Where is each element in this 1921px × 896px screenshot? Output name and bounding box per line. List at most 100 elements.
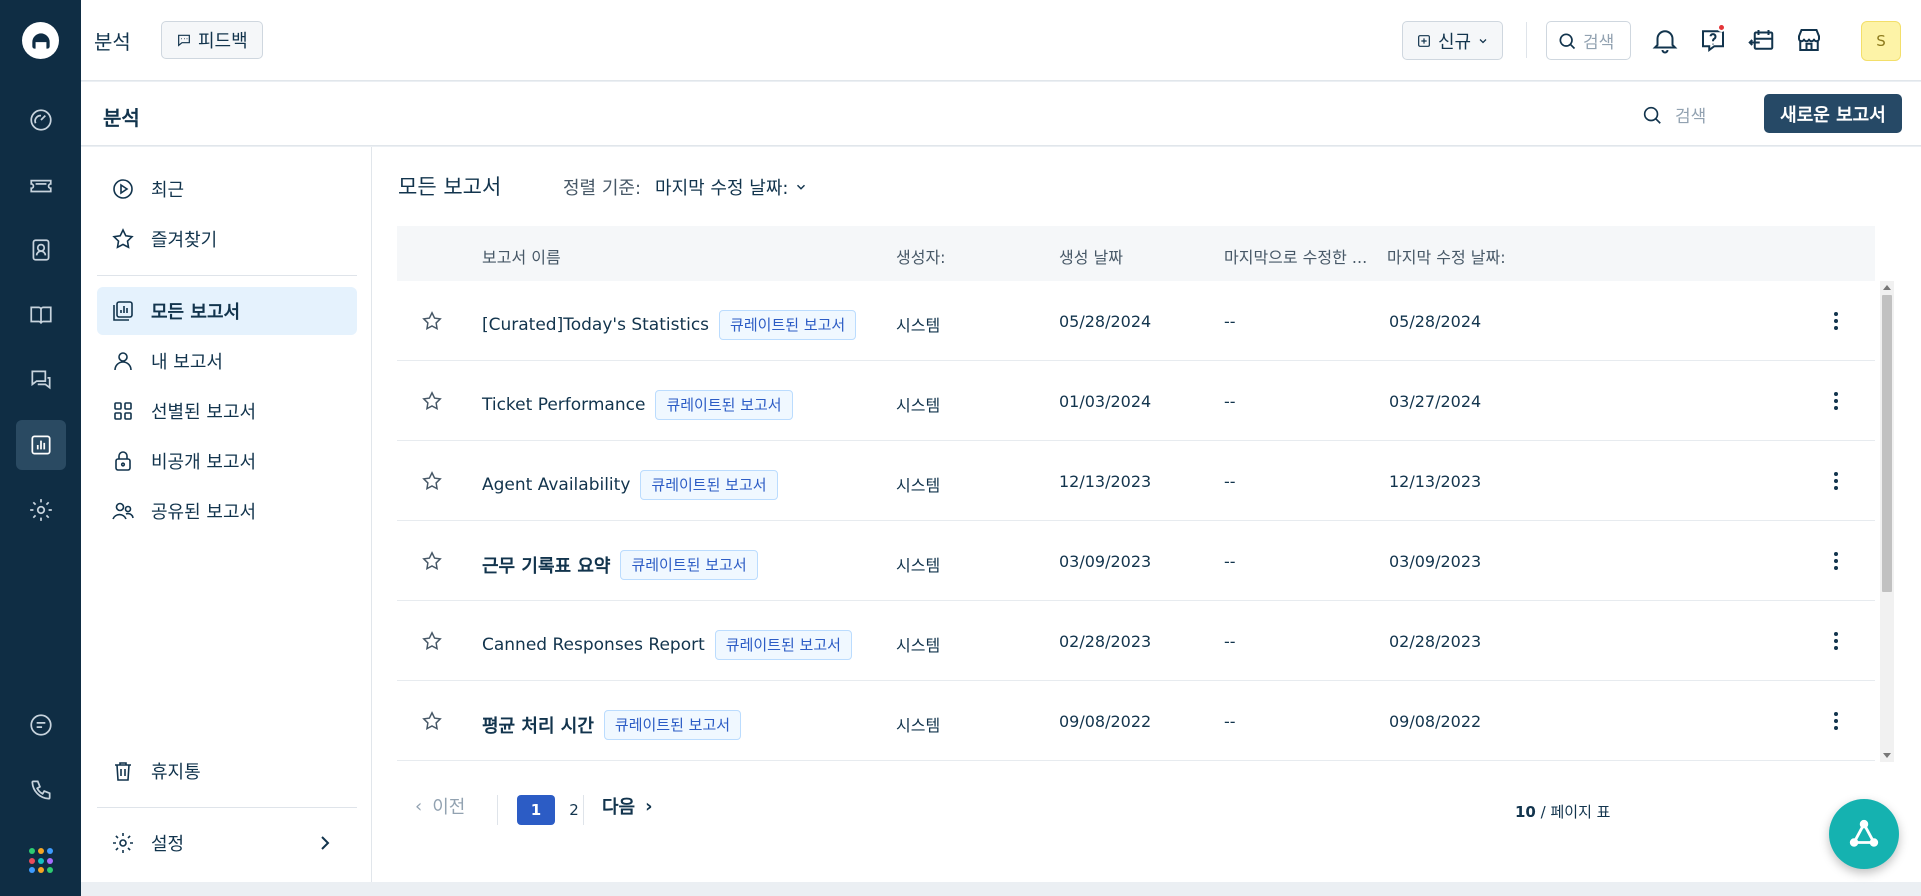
- sidebar-item-curated-reports[interactable]: 선별된 보고서: [97, 387, 357, 435]
- modified-date-cell: 05/28/2024: [1389, 312, 1482, 331]
- feedback-label: 피드백: [198, 31, 248, 52]
- more-options-icon[interactable]: [1826, 467, 1846, 495]
- global-search[interactable]: 검색: [1546, 21, 1631, 60]
- marketplace-store-icon[interactable]: [1790, 21, 1828, 59]
- modified-by-cell: --: [1224, 392, 1236, 411]
- curated-badge: 큐레이트된 보고서: [655, 390, 793, 420]
- report-name-cell: 근무 기록표 요약 큐레이트된 보고서: [482, 550, 758, 580]
- scroll-down-arrow[interactable]: [1883, 753, 1891, 758]
- divider: [583, 795, 584, 825]
- favorite-star-icon[interactable]: [421, 710, 443, 732]
- calendar-transfer-icon[interactable]: [1742, 21, 1780, 59]
- sidebar-item-favorites[interactable]: 즐겨찾기: [97, 215, 357, 263]
- divider: [1526, 22, 1527, 58]
- modified-by-cell: --: [1224, 632, 1236, 651]
- page-button-1[interactable]: 1: [517, 795, 555, 825]
- next-label: 다음: [602, 797, 636, 818]
- table-row[interactable]: [Curated]Today's Statistics 큐레이트된 보고서 시스…: [397, 281, 1875, 361]
- sidebar-item-trash[interactable]: 휴지통: [97, 747, 357, 795]
- table-row[interactable]: Ticket Performance 큐레이트된 보고서 시스템 01/03/2…: [397, 361, 1875, 441]
- conversations-icon[interactable]: [16, 355, 66, 405]
- table-row[interactable]: Canned Responses Report 큐레이트된 보고서 시스템 02…: [397, 601, 1875, 681]
- prev-page-button[interactable]: ‹ 이전: [415, 793, 465, 819]
- knowledge-base-icon[interactable]: [16, 290, 66, 340]
- sidebar-item-shared-reports[interactable]: 공유된 보고서: [97, 487, 357, 535]
- more-options-icon[interactable]: [1826, 627, 1846, 655]
- table-row[interactable]: 근무 기록표 요약 큐레이트된 보고서 시스템 03/09/2023 -- 03…: [397, 521, 1875, 601]
- per-page-selector[interactable]: 10 / 페이지 표: [1515, 801, 1610, 822]
- report-name-link[interactable]: 평균 처리 시간: [482, 712, 594, 738]
- chevron-down-icon: [797, 184, 806, 190]
- star-icon: [112, 228, 134, 249]
- scrollbar-thumb[interactable]: [1882, 295, 1892, 592]
- report-name-link[interactable]: Agent Availability: [482, 475, 630, 495]
- curated-badge: 큐레이트된 보고서: [714, 630, 852, 660]
- analytics-icon[interactable]: [16, 420, 66, 470]
- phone-icon[interactable]: [16, 765, 66, 815]
- column-header-creator[interactable]: 생성자:: [896, 244, 946, 268]
- new-button[interactable]: 신규: [1402, 21, 1503, 60]
- table-scrollbar[interactable]: [1880, 281, 1894, 762]
- report-name-link[interactable]: Ticket Performance: [482, 395, 645, 415]
- column-header-modified[interactable]: 마지막 수정 날짜:: [1387, 244, 1506, 268]
- report-name-link[interactable]: Canned Responses Report: [482, 635, 705, 655]
- report-search[interactable]: 검색: [1641, 102, 1706, 127]
- notifications-bell-icon[interactable]: [1646, 21, 1684, 59]
- more-options-icon[interactable]: [1826, 307, 1846, 335]
- search-icon: [1643, 106, 1661, 124]
- favorite-star-icon[interactable]: [421, 550, 443, 572]
- table-row[interactable]: 평균 처리 시간 큐레이트된 보고서 시스템 09/08/2022 -- 09/…: [397, 681, 1875, 761]
- creator-cell: 시스템: [896, 476, 941, 495]
- per-page-label: / 페이지 표: [1540, 803, 1611, 821]
- sidebar-item-private-reports[interactable]: 비공개 보고서: [97, 437, 357, 485]
- assistant-fab-icon[interactable]: [1829, 799, 1899, 869]
- ticket-icon[interactable]: [16, 160, 66, 210]
- help-icon[interactable]: [1694, 21, 1732, 59]
- report-name-link[interactable]: 근무 기록표 요약: [482, 552, 610, 578]
- more-options-icon[interactable]: [1826, 387, 1846, 415]
- curated-badge: 큐레이트된 보고서: [719, 310, 857, 340]
- next-page-button[interactable]: 다음 ›: [602, 793, 653, 819]
- feedback-button[interactable]: 피드백: [161, 21, 263, 59]
- creator-cell: 시스템: [896, 556, 941, 575]
- report-name-link[interactable]: [Curated]Today's Statistics: [482, 315, 709, 335]
- modified-date-cell: 03/27/2024: [1389, 392, 1482, 411]
- app-switcher-icon[interactable]: [29, 848, 55, 874]
- favorite-star-icon[interactable]: [421, 390, 443, 412]
- sidebar-item-label: 모든 보고서: [151, 302, 241, 323]
- sort-dropdown[interactable]: 마지막 수정 날짜:: [655, 174, 808, 200]
- chat-icon[interactable]: [16, 700, 66, 750]
- trash-icon: [115, 762, 131, 781]
- feedback-icon: [178, 34, 190, 47]
- sidebar-item-settings[interactable]: 설정: [97, 819, 357, 867]
- column-header-modified-by[interactable]: 마지막으로 수정한 ...: [1224, 244, 1367, 268]
- dashboard-icon[interactable]: [16, 95, 66, 145]
- pagination: ‹ 이전 1 2 다음 › 10 / 페이지 표: [397, 783, 1897, 833]
- favorite-star-icon[interactable]: [421, 470, 443, 492]
- headset-logo-icon[interactable]: [22, 22, 59, 59]
- new-report-button[interactable]: 새로운 보고서: [1764, 94, 1902, 133]
- sidebar-item-all-reports[interactable]: 모든 보고서: [97, 287, 357, 335]
- more-options-icon[interactable]: [1826, 707, 1846, 735]
- scroll-up-arrow[interactable]: [1883, 285, 1891, 290]
- table-row[interactable]: Agent Availability 큐레이트된 보고서 시스템 12/13/2…: [397, 441, 1875, 521]
- column-header-name[interactable]: 보고서 이름: [482, 244, 561, 268]
- play-circle-icon: [113, 179, 133, 199]
- sidebar-item-recent[interactable]: 최근: [97, 165, 357, 213]
- divider: [497, 795, 498, 825]
- favorite-star-icon[interactable]: [421, 310, 443, 332]
- favorite-star-icon[interactable]: [421, 630, 443, 652]
- admin-settings-icon[interactable]: [16, 485, 66, 535]
- contacts-icon[interactable]: [16, 225, 66, 275]
- modified-date-cell: 03/09/2023: [1389, 552, 1482, 571]
- column-header-created[interactable]: 생성 날짜: [1059, 244, 1123, 268]
- report-search-placeholder: 검색: [1675, 107, 1707, 127]
- modified-by-cell: --: [1224, 712, 1236, 731]
- new-label: 신규: [1437, 31, 1472, 53]
- more-options-icon[interactable]: [1826, 547, 1846, 575]
- avatar[interactable]: S: [1861, 21, 1901, 61]
- sidebar-item-my-reports[interactable]: 내 보고서: [97, 337, 357, 385]
- user-icon: [114, 352, 132, 371]
- page-button-2[interactable]: 2: [555, 795, 593, 825]
- grid-icon: [114, 402, 132, 420]
